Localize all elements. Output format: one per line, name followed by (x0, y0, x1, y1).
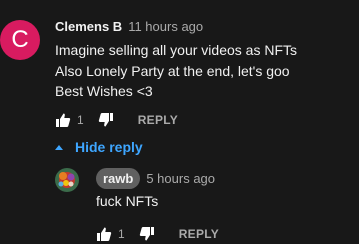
comment-author[interactable]: Clemens B (55, 19, 122, 34)
reply-body: fuck NFTs (96, 193, 159, 209)
like-count: 1 (77, 113, 84, 127)
hide-replies-button[interactable]: Hide reply (55, 137, 143, 157)
reply-header: rawb 5 hours ago (96, 168, 215, 189)
caret-up-icon (55, 144, 63, 150)
reply-actions: 1 REPLY (96, 224, 219, 244)
avatar[interactable]: C (0, 20, 40, 60)
thumbs-down-icon[interactable] (98, 112, 114, 128)
thumbs-up-icon[interactable] (55, 112, 71, 128)
reply-button[interactable]: REPLY (179, 227, 219, 241)
comment-line: Imagine selling all your videos as NFTs (55, 42, 297, 58)
comment-line: Best Wishes <3 (55, 83, 153, 99)
comment-body: Imagine selling all your videos as NFTs … (55, 40, 297, 102)
reply-timestamp[interactable]: 5 hours ago (146, 171, 215, 186)
comment-thread: C Clemens B 11 hours ago Imagine selling … (0, 0, 359, 241)
reply-button[interactable]: REPLY (138, 113, 178, 127)
comment-timestamp[interactable]: 11 hours ago (128, 19, 203, 34)
reply-avatar[interactable] (55, 168, 79, 192)
like-count: 1 (118, 227, 125, 241)
hide-replies-label: Hide reply (75, 139, 143, 155)
comment-header: Clemens B 11 hours ago (55, 19, 203, 34)
comment-actions: 1 REPLY (55, 110, 178, 130)
comment-line: Also Lonely Party at the end, let's goo (55, 62, 290, 79)
reply-author-badge[interactable]: rawb (96, 168, 141, 189)
